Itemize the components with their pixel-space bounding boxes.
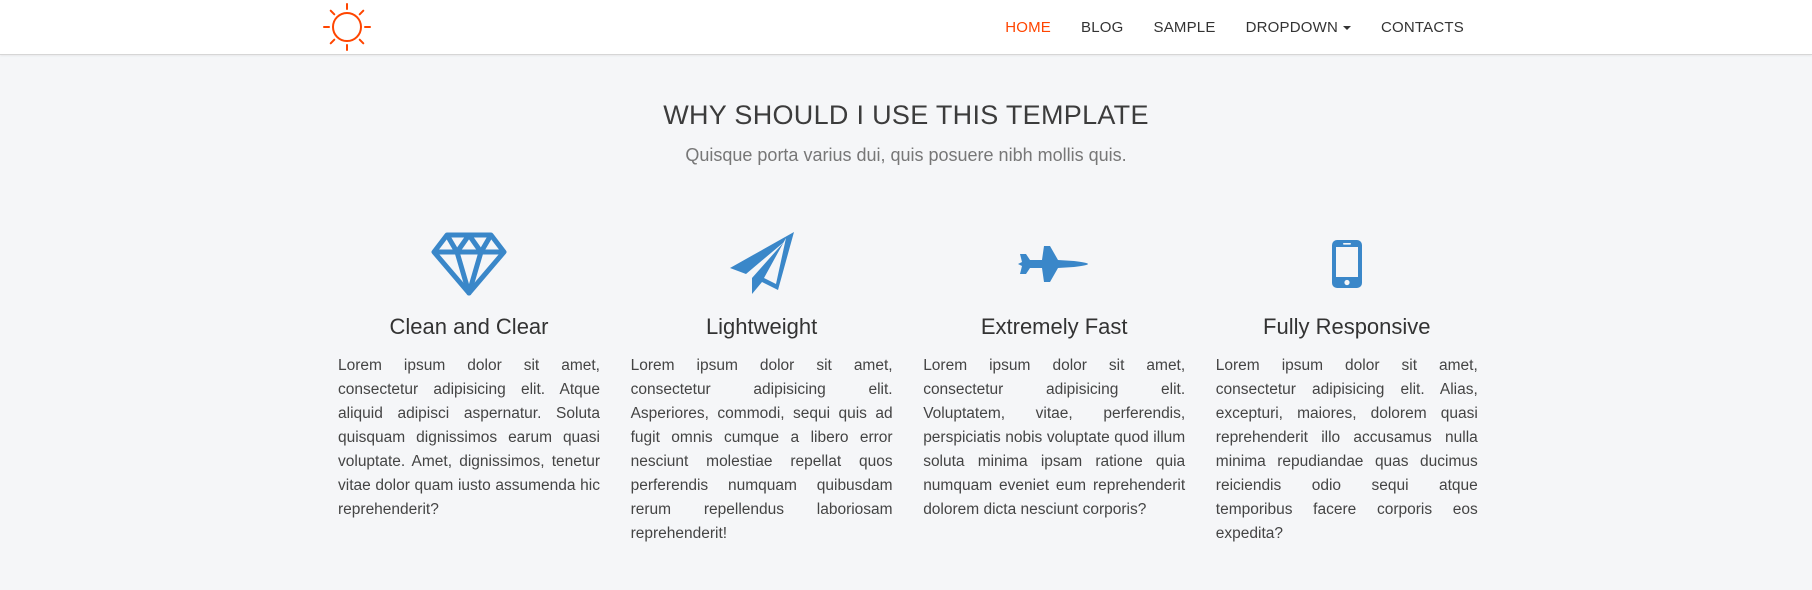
feature-card: Clean and Clear Lorem ipsum dolor sit am…	[338, 228, 600, 546]
paper-plane-icon	[631, 228, 893, 300]
diamond-icon	[338, 228, 600, 300]
sun-icon[interactable]	[322, 2, 372, 52]
feature-title: Clean and Clear	[389, 314, 549, 339]
feature-description: Lorem ipsum dolor sit amet, consectetur …	[923, 357, 1186, 518]
feature-description: Lorem ipsum dolor sit amet, consectetur …	[338, 357, 600, 518]
feature-card: Fully Responsive Lorem ipsum dolor sit a…	[1216, 228, 1478, 546]
fighter-jet-icon	[923, 228, 1185, 300]
mobile-phone-icon	[1216, 228, 1478, 300]
features-row: Clean and Clear Lorem ipsum dolor sit am…	[338, 228, 1478, 546]
section-subtitle: Quisque porta varius dui, quis posuere n…	[685, 145, 1127, 165]
caret-down-icon	[1343, 26, 1351, 30]
nav-item-contacts[interactable]: CONTACTS	[1381, 19, 1464, 36]
nav-item-sample[interactable]: SAMPLE	[1154, 19, 1216, 36]
feature-title: Fully Responsive	[1263, 314, 1431, 339]
feature-title: Lightweight	[705, 314, 818, 339]
feature-title: Extremely Fast	[980, 314, 1128, 339]
feature-description: Lorem ipsum dolor sit amet, consectetur …	[1215, 357, 1478, 542]
navbar: HOME BLOG SAMPLE DROPDOWN CONTACTS	[0, 0, 1812, 55]
nav-item-blog[interactable]: BLOG	[1081, 19, 1123, 36]
nav-item-home[interactable]: HOME	[1005, 19, 1051, 36]
feature-card: Extremely Fast Lorem ipsum dolor sit ame…	[923, 228, 1185, 546]
feature-description: Lorem ipsum dolor sit amet, consectetur …	[630, 357, 893, 542]
nav-item-label: HOME	[1005, 18, 1052, 36]
nav-item-label: CONTACTS	[1381, 18, 1464, 36]
section-title: WHY SHOULD I USE THIS TEMPLATE	[663, 100, 1149, 130]
nav-item-label: DROPDOWN	[1245, 18, 1338, 36]
nav-item-dropdown[interactable]: DROPDOWN	[1246, 19, 1351, 36]
feature-card: Lightweight Lorem ipsum dolor sit amet, …	[631, 228, 893, 546]
main-nav: HOME BLOG SAMPLE DROPDOWN CONTACTS	[1005, 0, 1464, 54]
nav-item-label: BLOG	[1081, 18, 1124, 36]
nav-item-label: SAMPLE	[1153, 18, 1216, 36]
